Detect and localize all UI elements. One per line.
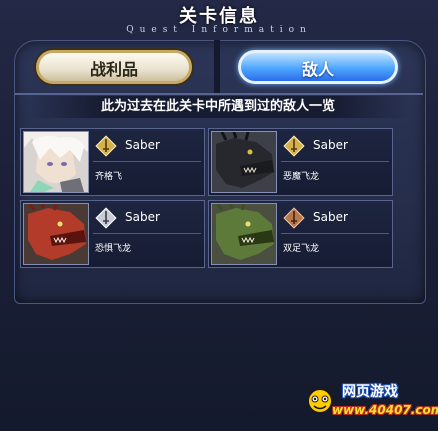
watermark-title: 网页游戏	[342, 384, 398, 400]
saber-class-icon	[283, 135, 305, 157]
enemy-card[interactable]: Saber 齐格飞	[20, 128, 205, 196]
tab-divider	[214, 40, 220, 94]
card-divider	[281, 161, 389, 162]
tab-enemies[interactable]: 敌人	[238, 50, 398, 84]
enemy-portrait	[211, 131, 277, 193]
card-divider	[93, 233, 201, 234]
enemy-card[interactable]: Saber 恶魔飞龙	[208, 128, 393, 196]
tab-underline	[15, 93, 423, 95]
site-watermark: 网页游戏 www.40407.com	[302, 379, 438, 427]
enemy-card[interactable]: Saber 双足飞龙	[208, 200, 393, 268]
saber-class-icon	[95, 207, 117, 229]
enemy-class: Saber	[125, 210, 160, 224]
enemy-class: Saber	[125, 138, 160, 152]
header: 关卡信息 Quest Information	[0, 0, 438, 44]
enemy-name: 恐惧飞龙	[95, 244, 132, 254]
card-divider	[281, 233, 389, 234]
enemy-name: 恶魔飞龙	[283, 172, 320, 182]
enemy-class: Saber	[313, 210, 348, 224]
enemy-card[interactable]: Saber 恐惧飞龙	[20, 200, 205, 268]
watermark-url: www.40407.com	[332, 403, 438, 417]
page-subtitle: Quest Information	[126, 25, 312, 35]
tab-spoils[interactable]: 战利品	[36, 50, 192, 84]
enemy-portrait	[23, 131, 89, 193]
enemy-portrait	[23, 203, 89, 265]
saber-class-icon	[283, 207, 305, 229]
enemy-list-description: 此为过去在此关卡中所遇到过的敌人一览	[28, 96, 408, 118]
enemy-portrait	[211, 203, 277, 265]
enemy-name: 齐格飞	[95, 172, 123, 182]
card-divider	[93, 161, 201, 162]
enemy-class: Saber	[313, 138, 348, 152]
saber-class-icon	[95, 135, 117, 157]
enemy-name: 双足飞龙	[283, 244, 320, 254]
quest-info-screen: 关卡信息 Quest Information 战利品 敌人 此为过去在此关卡中所…	[0, 0, 438, 431]
